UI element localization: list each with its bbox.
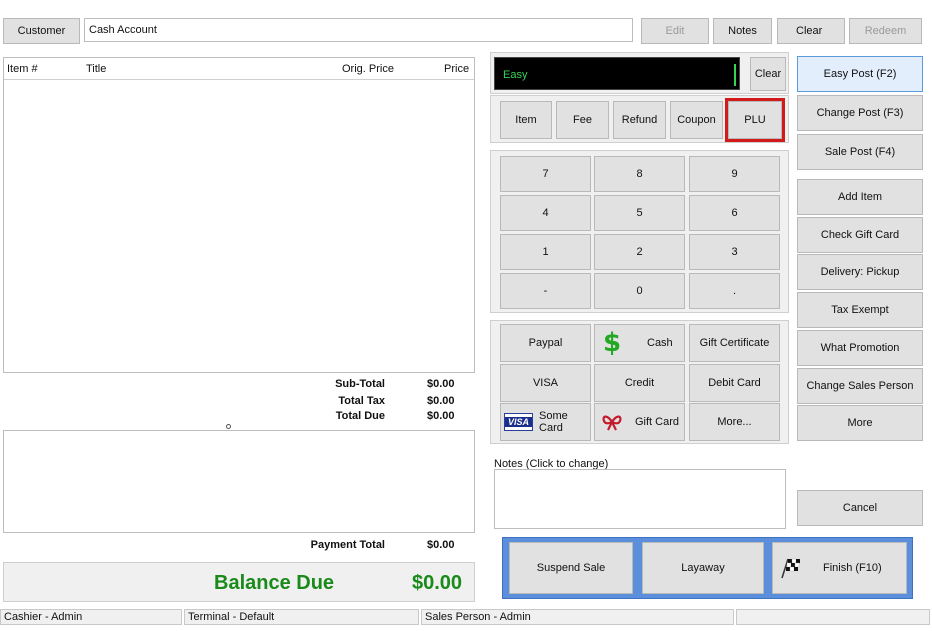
keypad-nine-button[interactable]: 9: [689, 156, 780, 192]
gift-card-button-label: Gift Card: [635, 416, 680, 428]
balance-due-label: Balance Due: [214, 572, 335, 594]
what-promotion-button[interactable]: What Promotion: [797, 330, 923, 366]
more-actions-button[interactable]: More: [797, 405, 923, 441]
status-extra: [736, 609, 930, 625]
tax-exempt-button[interactable]: Tax Exempt: [797, 292, 923, 328]
cash-button-label: Cash: [647, 337, 673, 349]
column-title[interactable]: Title: [86, 63, 106, 75]
status-cashier: Cashier - Admin: [0, 609, 182, 625]
suspend-sale-button[interactable]: Suspend Sale: [509, 542, 633, 594]
visa-button[interactable]: VISA: [500, 364, 591, 402]
item-mode-button[interactable]: Item: [500, 101, 552, 139]
entry-cursor: [734, 64, 736, 86]
delivery-pickup-button[interactable]: Delivery: Pickup: [797, 254, 923, 290]
notes-box[interactable]: [494, 469, 786, 529]
column-orig-price[interactable]: Orig. Price: [342, 63, 394, 75]
dollar-icon: $: [602, 328, 622, 358]
edit-button[interactable]: Edit: [641, 18, 709, 44]
fee-mode-button[interactable]: Fee: [556, 101, 609, 139]
keypad-four-button[interactable]: 4: [500, 195, 591, 231]
cash-button[interactable]: $ Cash: [594, 324, 685, 362]
keypad-six-button[interactable]: 6: [689, 195, 780, 231]
balance-due-panel: Balance Due $0.00: [3, 562, 475, 602]
subtotal-label: Sub-Total: [335, 378, 385, 390]
customer-button[interactable]: Customer: [3, 18, 80, 44]
keypad-one-button[interactable]: 1: [500, 234, 591, 270]
paypal-button[interactable]: Paypal: [500, 324, 591, 362]
entry-display[interactable]: Easy: [494, 57, 740, 90]
gift-card-button[interactable]: Gift Card: [594, 403, 685, 441]
finish-button-label: Finish (F10): [823, 562, 882, 574]
more-payments-button[interactable]: More...: [689, 403, 780, 441]
balance-due-value: $0.00: [412, 572, 463, 594]
items-table-header: Item # Title Orig. Price Price: [4, 58, 474, 80]
finish-button[interactable]: Finish (F10): [772, 542, 907, 594]
add-item-button[interactable]: Add Item: [797, 179, 923, 215]
gift-ribbon-icon: [601, 413, 623, 431]
payment-total-value: $0.00: [427, 539, 455, 551]
plu-mode-button[interactable]: PLU: [725, 98, 785, 142]
redeem-button[interactable]: Redeem: [849, 18, 922, 44]
easy-post-button[interactable]: Easy Post (F2): [797, 56, 923, 92]
customer-account-field[interactable]: Cash Account: [84, 18, 633, 42]
sale-post-button[interactable]: Sale Post (F4): [797, 134, 923, 170]
checkered-flag-icon: [779, 557, 803, 579]
keypad-two-button[interactable]: 2: [594, 234, 685, 270]
entry-clear-button[interactable]: Clear: [750, 57, 786, 91]
clear-customer-button[interactable]: Clear: [777, 18, 845, 44]
some-card-button[interactable]: VISA Some Card: [500, 403, 591, 441]
subtotal-value: $0.00: [427, 378, 455, 390]
credit-button[interactable]: Credit: [594, 364, 685, 402]
coupon-mode-button[interactable]: Coupon: [670, 101, 723, 139]
debit-card-button[interactable]: Debit Card: [689, 364, 780, 402]
gift-certificate-button[interactable]: Gift Certificate: [689, 324, 780, 362]
change-post-button[interactable]: Change Post (F3): [797, 95, 923, 131]
change-sales-person-button[interactable]: Change Sales Person: [797, 368, 923, 404]
items-table[interactable]: Item # Title Orig. Price Price: [3, 57, 475, 373]
visa-card-icon: VISA: [504, 413, 534, 431]
total-due-label: Total Due: [335, 410, 385, 422]
total-tax-value: $0.00: [427, 395, 455, 407]
customer-account-value: Cash Account: [89, 24, 157, 36]
keypad-seven-button[interactable]: 7: [500, 156, 591, 192]
keypad-minus-button[interactable]: -: [500, 273, 591, 309]
column-price[interactable]: Price: [444, 63, 469, 75]
keypad-zero-button[interactable]: 0: [594, 273, 685, 309]
notes-button[interactable]: Notes: [713, 18, 772, 44]
keypad-decimal-button[interactable]: .: [689, 273, 780, 309]
total-due-value: $0.00: [427, 410, 455, 422]
keypad-eight-button[interactable]: 8: [594, 156, 685, 192]
entry-display-text: Easy: [503, 69, 528, 81]
status-sales-person: Sales Person - Admin: [421, 609, 734, 625]
payments-list[interactable]: [3, 430, 475, 533]
check-gift-card-button[interactable]: Check Gift Card: [797, 217, 923, 253]
keypad-three-button[interactable]: 3: [689, 234, 780, 270]
some-card-button-label: Some Card: [539, 410, 568, 434]
status-terminal: Terminal - Default: [184, 609, 419, 625]
column-item-number[interactable]: Item #: [7, 63, 38, 75]
keypad-five-button[interactable]: 5: [594, 195, 685, 231]
splitter-handle[interactable]: [226, 424, 231, 429]
refund-mode-button[interactable]: Refund: [613, 101, 666, 139]
payment-total-label: Payment Total: [310, 539, 385, 551]
total-tax-label: Total Tax: [338, 395, 385, 407]
layaway-button[interactable]: Layaway: [642, 542, 764, 594]
cancel-sale-button[interactable]: Cancel: [797, 490, 923, 526]
